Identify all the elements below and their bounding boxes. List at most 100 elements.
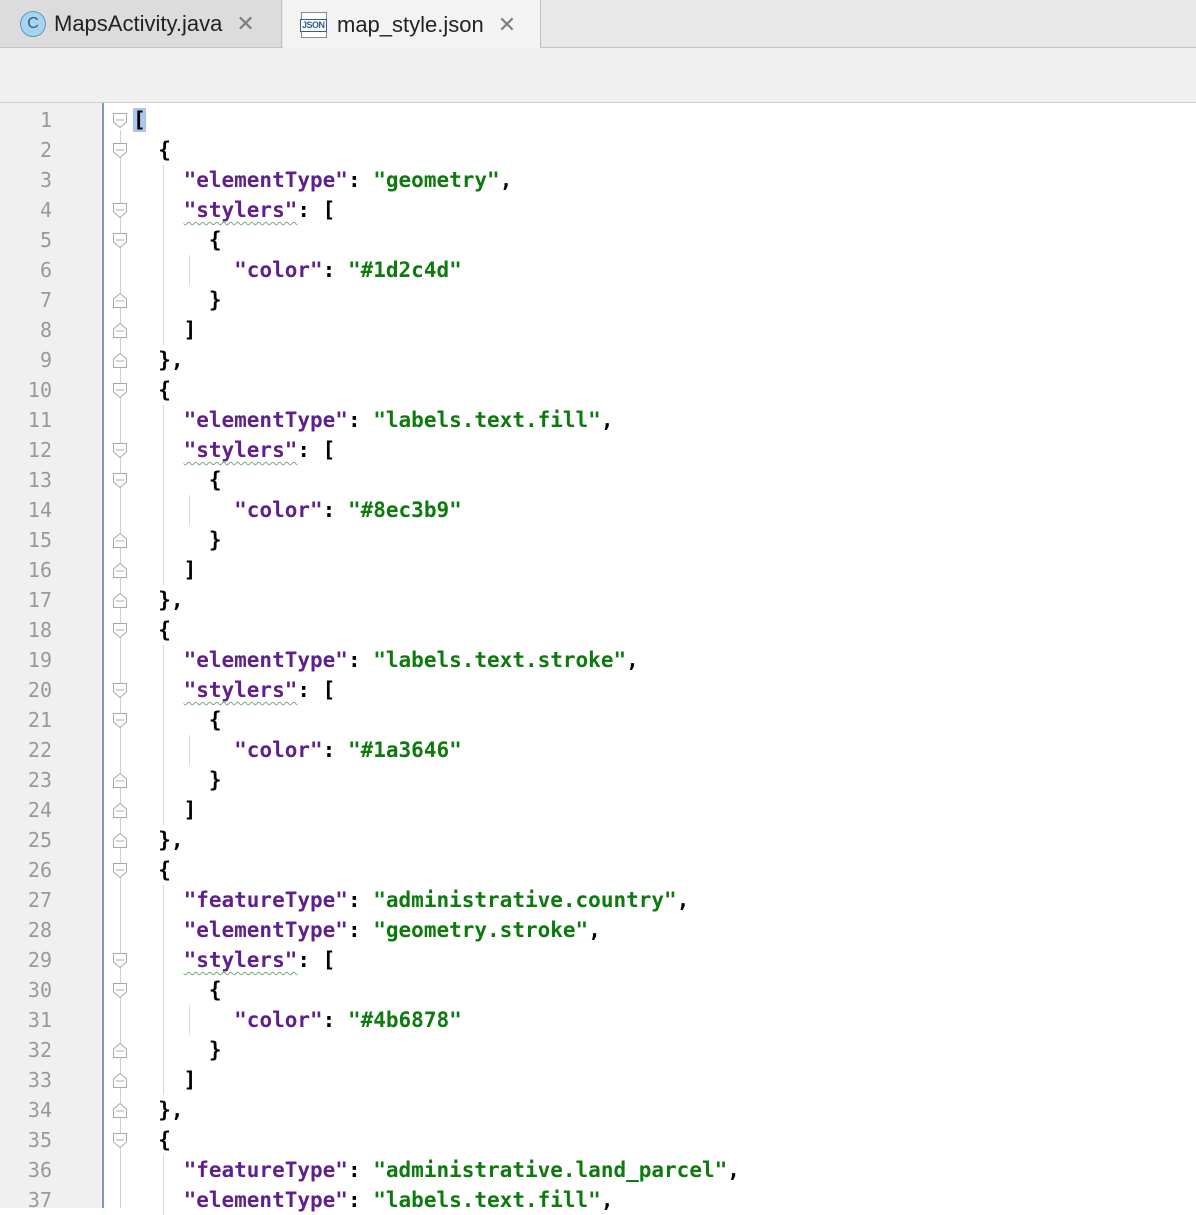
code-line[interactable]: 30 {	[0, 973, 1196, 1003]
code-line[interactable]: 3 "elementType": "geometry",	[0, 163, 1196, 193]
code-line[interactable]: 25 },	[0, 823, 1196, 853]
code-text: }	[133, 285, 222, 315]
code-line[interactable]: 21 {	[0, 703, 1196, 733]
line-number: 22	[27, 738, 52, 762]
code-line[interactable]: 37 "elementType": "labels.text.fill",	[0, 1183, 1196, 1213]
fold-collapse-icon[interactable]	[112, 232, 128, 249]
tab-label: MapsActivity.java	[54, 10, 223, 36]
fold-collapse-icon[interactable]	[112, 622, 128, 639]
fold-collapse-icon[interactable]	[112, 112, 128, 129]
code-line[interactable]: 6 "color": "#1d2c4d"	[0, 253, 1196, 283]
line-number: 3	[39, 168, 52, 192]
code-text: {	[133, 975, 222, 1005]
code-line[interactable]: 12 "stylers": [	[0, 433, 1196, 463]
fold-end-icon[interactable]	[112, 292, 128, 309]
code-line[interactable]: 34 },	[0, 1093, 1196, 1123]
code-line[interactable]: 20 "stylers": [	[0, 673, 1196, 703]
code-line[interactable]: 17 },	[0, 583, 1196, 613]
fold-collapse-icon[interactable]	[112, 982, 128, 999]
fold-end-icon[interactable]	[112, 532, 128, 549]
code-line[interactable]: 2 {	[0, 133, 1196, 163]
tab-map-style-json[interactable]: JSON map_style.json ✕	[283, 0, 541, 49]
fold-collapse-icon[interactable]	[112, 202, 128, 219]
fold-collapse-icon[interactable]	[112, 952, 128, 969]
code-line[interactable]: 18 {	[0, 613, 1196, 643]
code-text: "stylers": [	[133, 675, 336, 705]
code-line[interactable]: 33 ]	[0, 1063, 1196, 1093]
json-punctuation: ,	[600, 408, 614, 432]
close-icon[interactable]: ✕	[498, 12, 516, 38]
code-text: {	[133, 225, 222, 255]
fold-collapse-icon[interactable]	[112, 1132, 128, 1149]
code-line[interactable]: 28 "elementType": "geometry.stroke",	[0, 913, 1196, 943]
tab-mapsactivity-java[interactable]: C MapsActivity.java ✕	[0, 0, 282, 48]
fold-collapse-icon[interactable]	[112, 472, 128, 489]
code-line[interactable]: 24 ]	[0, 793, 1196, 823]
json-punctuation: {	[133, 138, 171, 162]
line-number: 25	[27, 828, 52, 852]
json-punctuation: }	[133, 1038, 222, 1062]
fold-end-icon[interactable]	[112, 1102, 128, 1119]
json-punctuation: :	[347, 888, 374, 912]
fold-end-icon[interactable]	[112, 802, 128, 819]
line-number: 26	[27, 858, 52, 882]
code-line[interactable]: 7 }	[0, 283, 1196, 313]
json-punctuation: : [	[297, 198, 336, 222]
fold-collapse-icon[interactable]	[112, 442, 128, 459]
code-line[interactable]: 14 "color": "#8ec3b9"	[0, 493, 1196, 523]
code-line[interactable]: 32 }	[0, 1033, 1196, 1063]
fold-collapse-icon[interactable]	[112, 682, 128, 699]
code-line[interactable]: 19 "elementType": "labels.text.stroke",	[0, 643, 1196, 673]
fold-end-icon[interactable]	[112, 322, 128, 339]
code-line[interactable]: 22 "color": "#1a3646"	[0, 733, 1196, 763]
json-punctuation: {	[133, 858, 171, 882]
json-punctuation: {	[133, 228, 222, 252]
code-line[interactable]: 10 {	[0, 373, 1196, 403]
code-line[interactable]: 1[	[0, 103, 1196, 133]
fold-end-icon[interactable]	[112, 832, 128, 849]
code-line[interactable]: 35 {	[0, 1123, 1196, 1153]
fold-collapse-icon[interactable]	[112, 862, 128, 879]
json-punctuation: }	[133, 528, 222, 552]
code-line[interactable]: 26 {	[0, 853, 1196, 883]
json-string: "administrative.country"	[373, 888, 677, 912]
code-line[interactable]: 23 }	[0, 763, 1196, 793]
code-line[interactable]: 27 "featureType": "administrative.countr…	[0, 883, 1196, 913]
code-line[interactable]: 5 {	[0, 223, 1196, 253]
fold-end-icon[interactable]	[112, 592, 128, 609]
json-punctuation: ,	[676, 888, 690, 912]
line-number: 2	[39, 138, 52, 162]
fold-end-icon[interactable]	[112, 1042, 128, 1059]
json-punctuation: },	[133, 588, 184, 612]
code-line[interactable]: 16 ]	[0, 553, 1196, 583]
line-number: 5	[39, 228, 52, 252]
fold-end-icon[interactable]	[112, 1072, 128, 1089]
code-line[interactable]: 9 },	[0, 343, 1196, 373]
code-line[interactable]: 4 "stylers": [	[0, 193, 1196, 223]
json-string: "#1d2c4d"	[347, 258, 462, 282]
code-line[interactable]: 8 ]	[0, 313, 1196, 343]
code-line[interactable]: 31 "color": "#4b6878"	[0, 1003, 1196, 1033]
code-text: "elementType": "labels.text.fill",	[133, 1185, 614, 1215]
json-punctuation: {	[133, 708, 222, 732]
json-punctuation	[133, 1188, 184, 1212]
code-line[interactable]: 15 }	[0, 523, 1196, 553]
fold-collapse-icon[interactable]	[112, 142, 128, 159]
fold-collapse-icon[interactable]	[112, 382, 128, 399]
code-editor[interactable]: 1[2 {3 "elementType": "geometry", 4 "styl…	[0, 103, 1196, 1213]
close-icon[interactable]: ✕	[236, 11, 254, 37]
fold-end-icon[interactable]	[112, 772, 128, 789]
json-key: "elementType"	[183, 648, 348, 672]
code-line[interactable]: 13 {	[0, 463, 1196, 493]
fold-end-icon[interactable]	[112, 352, 128, 369]
json-punctuation: {	[133, 618, 171, 642]
code-line[interactable]: 29 "stylers": [	[0, 943, 1196, 973]
json-punctuation	[133, 168, 184, 192]
fold-end-icon[interactable]	[112, 562, 128, 579]
fold-collapse-icon[interactable]	[112, 712, 128, 729]
code-line[interactable]: 36 "featureType": "administrative.land_p…	[0, 1153, 1196, 1183]
line-number: 31	[27, 1008, 52, 1032]
line-number: 17	[27, 588, 52, 612]
code-line[interactable]: 11 "elementType": "labels.text.fill",	[0, 403, 1196, 433]
json-string: "labels.text.fill"	[373, 1188, 601, 1212]
